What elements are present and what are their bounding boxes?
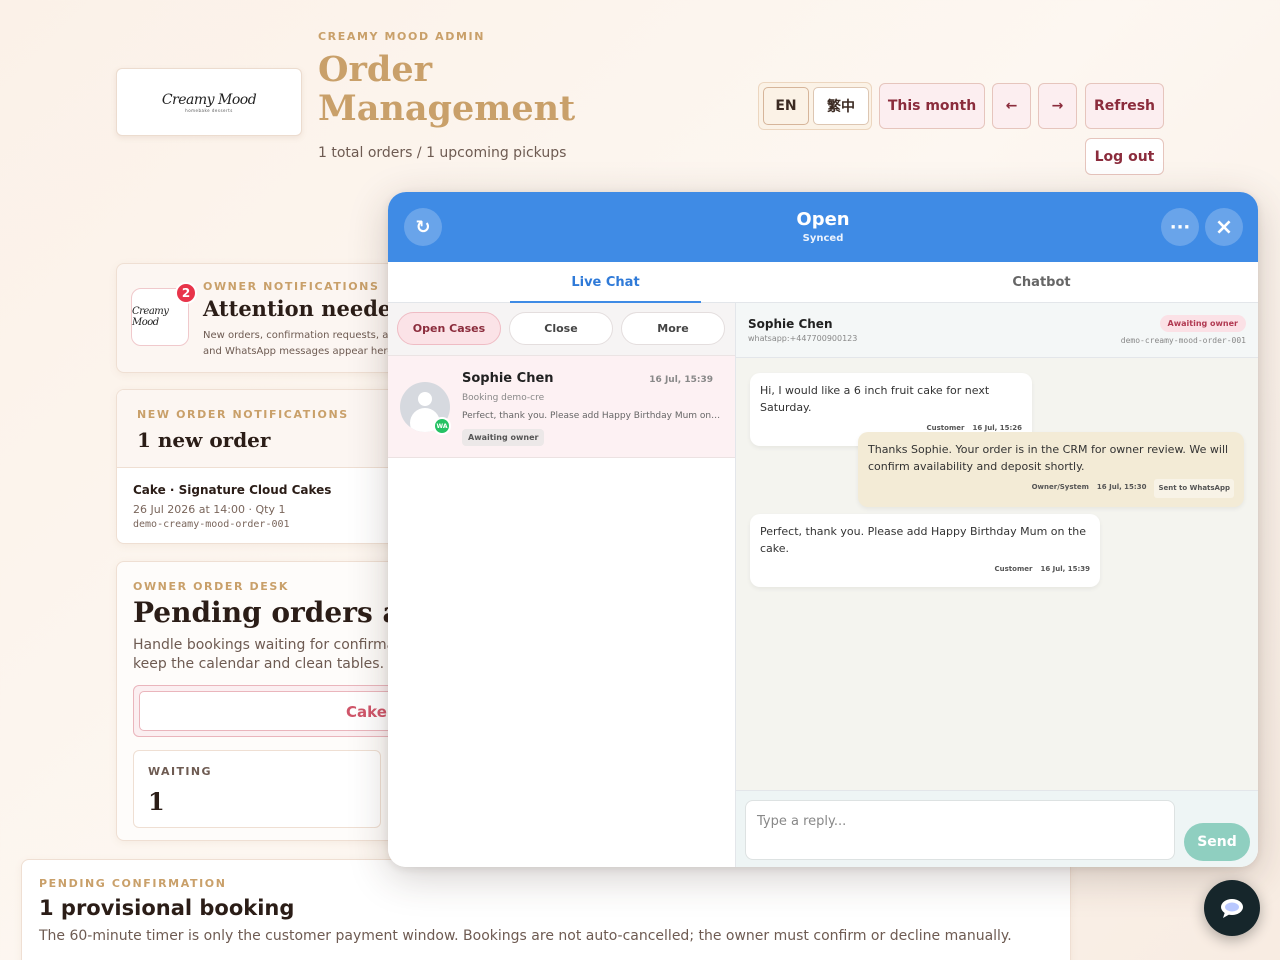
filter-more[interactable]: More: [621, 312, 725, 345]
this-month-button[interactable]: This month: [879, 83, 985, 129]
message-time: 16 Jul, 15:30: [1096, 483, 1147, 491]
page-title: Order Management: [318, 49, 576, 129]
send-button[interactable]: Send: [1184, 823, 1250, 861]
waiting-value: 1: [148, 787, 165, 816]
filter-open-cases[interactable]: Open Cases: [397, 312, 501, 345]
next-period-button[interactable]: →: [1038, 83, 1077, 129]
message-delivery-tag: Sent to WhatsApp: [1154, 479, 1234, 498]
chat-header: ↻ Open Synced ··· ×: [388, 192, 1258, 262]
chat-launcher-button[interactable]: [1204, 880, 1260, 936]
order-item-id: demo-creamy-mood-order-001: [133, 519, 290, 530]
thread-header: Sophie Chen whatsapp:+447700900123 Await…: [736, 303, 1258, 358]
pending-title: 1 provisional booking: [39, 896, 295, 920]
pending-confirmation-card: PENDING CONFIRMATION 1 provisional booki…: [21, 859, 1071, 960]
admin-eyebrow: CREAMY MOOD ADMIN: [318, 30, 486, 43]
reply-input[interactable]: [745, 800, 1175, 860]
chat-tabs: Live Chat Chatbot: [388, 262, 1258, 304]
conversation-list: Open Cases Close More WA Sophie Chen 16 …: [388, 303, 736, 867]
pending-text: The 60-minute timer is only the customer…: [39, 928, 1012, 944]
conversation-time: 16 Jul, 15:39: [649, 375, 713, 385]
tab-cake-orders[interactable]: Cake Orders: [139, 691, 395, 731]
message-text: Hi, I would like a 6 inch fruit cake for…: [760, 384, 990, 414]
tab-live-chat[interactable]: Live Chat: [510, 262, 701, 304]
new-order-eyebrow: NEW ORDER NOTIFICATIONS: [137, 408, 349, 421]
message-thread: Sophie Chen whatsapp:+447700900123 Await…: [736, 303, 1258, 867]
thread-status-badge: Awaiting owner: [1159, 315, 1246, 332]
message-time: 16 Jul, 15:39: [1040, 565, 1090, 573]
brand-logo: Creamy Mood homebake desserts: [116, 68, 302, 136]
reply-composer: Send: [736, 790, 1258, 867]
conversation-item[interactable]: WA Sophie Chen 16 Jul, 15:39 Booking dem…: [388, 356, 735, 458]
chat-sync-status: Synced: [802, 233, 844, 244]
chat-panel: ↻ Open Synced ··· × Live Chat Chatbot Op…: [388, 192, 1258, 867]
notifications-text: New orders, confirmation requests, amend…: [203, 330, 396, 357]
notifications-eyebrow: OWNER NOTIFICATIONS: [203, 280, 380, 293]
conversation-preview: Perfect, thank you. Please add Happy Bir…: [462, 411, 722, 421]
conversation-status-badge: Awaiting owner: [462, 429, 545, 446]
lang-zh-button[interactable]: 繁中: [813, 87, 869, 125]
new-order-card: NEW ORDER NOTIFICATIONS 1 new order Cake…: [116, 389, 396, 544]
page-subtitle: 1 total orders / 1 upcoming pickups: [318, 145, 567, 161]
new-order-title: 1 new order: [137, 428, 271, 452]
thread-order-id: demo-creamy-mood-order-001: [1120, 336, 1246, 345]
chat-status-title: Open: [796, 209, 850, 230]
order-type-tabs: Cake Orders: [133, 685, 395, 737]
more-options-icon[interactable]: ···: [1161, 208, 1199, 246]
tab-chatbot[interactable]: Chatbot: [946, 262, 1137, 303]
lang-en-button[interactable]: EN: [763, 87, 809, 125]
close-icon[interactable]: ×: [1205, 208, 1243, 246]
owner-notifications-card: Creamy Mood 2 OWNER NOTIFICATIONS Attent…: [116, 263, 396, 373]
notifications-title: Attention needed: [203, 296, 396, 321]
conversation-filters: Open Cases Close More: [388, 303, 735, 356]
message-bubble: Thanks Sophie. Your order is in the CRM …: [858, 432, 1244, 507]
conversation-name: Sophie Chen: [462, 371, 554, 386]
order-item-meta: 26 Jul 2026 at 14:00 · Qty 1: [133, 503, 286, 516]
order-desk-title: Pending orders and bookings: [133, 596, 395, 629]
logo-tagline: homebake desserts: [185, 107, 233, 113]
waiting-label: WAITING: [148, 765, 212, 778]
conversation-ref: Booking demo-cre: [462, 393, 545, 403]
order-desk-card: OWNER ORDER DESK Pending orders and book…: [116, 561, 396, 841]
waiting-stat: WAITING 1: [133, 750, 381, 828]
thread-contact-name: Sophie Chen: [748, 317, 833, 331]
order-desk-subtitle: Handle bookings waiting for confirmation…: [133, 637, 395, 672]
logout-button[interactable]: Log out: [1085, 138, 1164, 175]
order-desk-eyebrow: OWNER ORDER DESK: [133, 580, 289, 593]
logo-wordmark: Creamy Mood: [161, 91, 257, 108]
prev-period-button[interactable]: ←: [992, 83, 1031, 129]
refresh-button[interactable]: Refresh: [1085, 83, 1164, 129]
message-bubble: Perfect, thank you. Please add Happy Bir…: [750, 514, 1100, 587]
filter-close[interactable]: Close: [509, 312, 613, 345]
message-text: Thanks Sophie. Your order is in the CRM …: [868, 443, 1229, 473]
message-author: Owner/System: [1031, 483, 1089, 491]
notification-count-badge: 2: [175, 282, 197, 304]
pending-eyebrow: PENDING CONFIRMATION: [39, 877, 227, 890]
thread-contact-number: whatsapp:+447700900123: [748, 334, 858, 343]
chat-bubble-icon: [1221, 899, 1243, 918]
language-switcher: EN 繁中: [758, 82, 872, 130]
message-text: Perfect, thank you. Please add Happy Bir…: [760, 525, 1087, 555]
order-item-title[interactable]: Cake · Signature Cloud Cakes: [133, 483, 331, 497]
message-author: Customer: [994, 565, 1033, 573]
whatsapp-icon: WA: [433, 417, 451, 435]
